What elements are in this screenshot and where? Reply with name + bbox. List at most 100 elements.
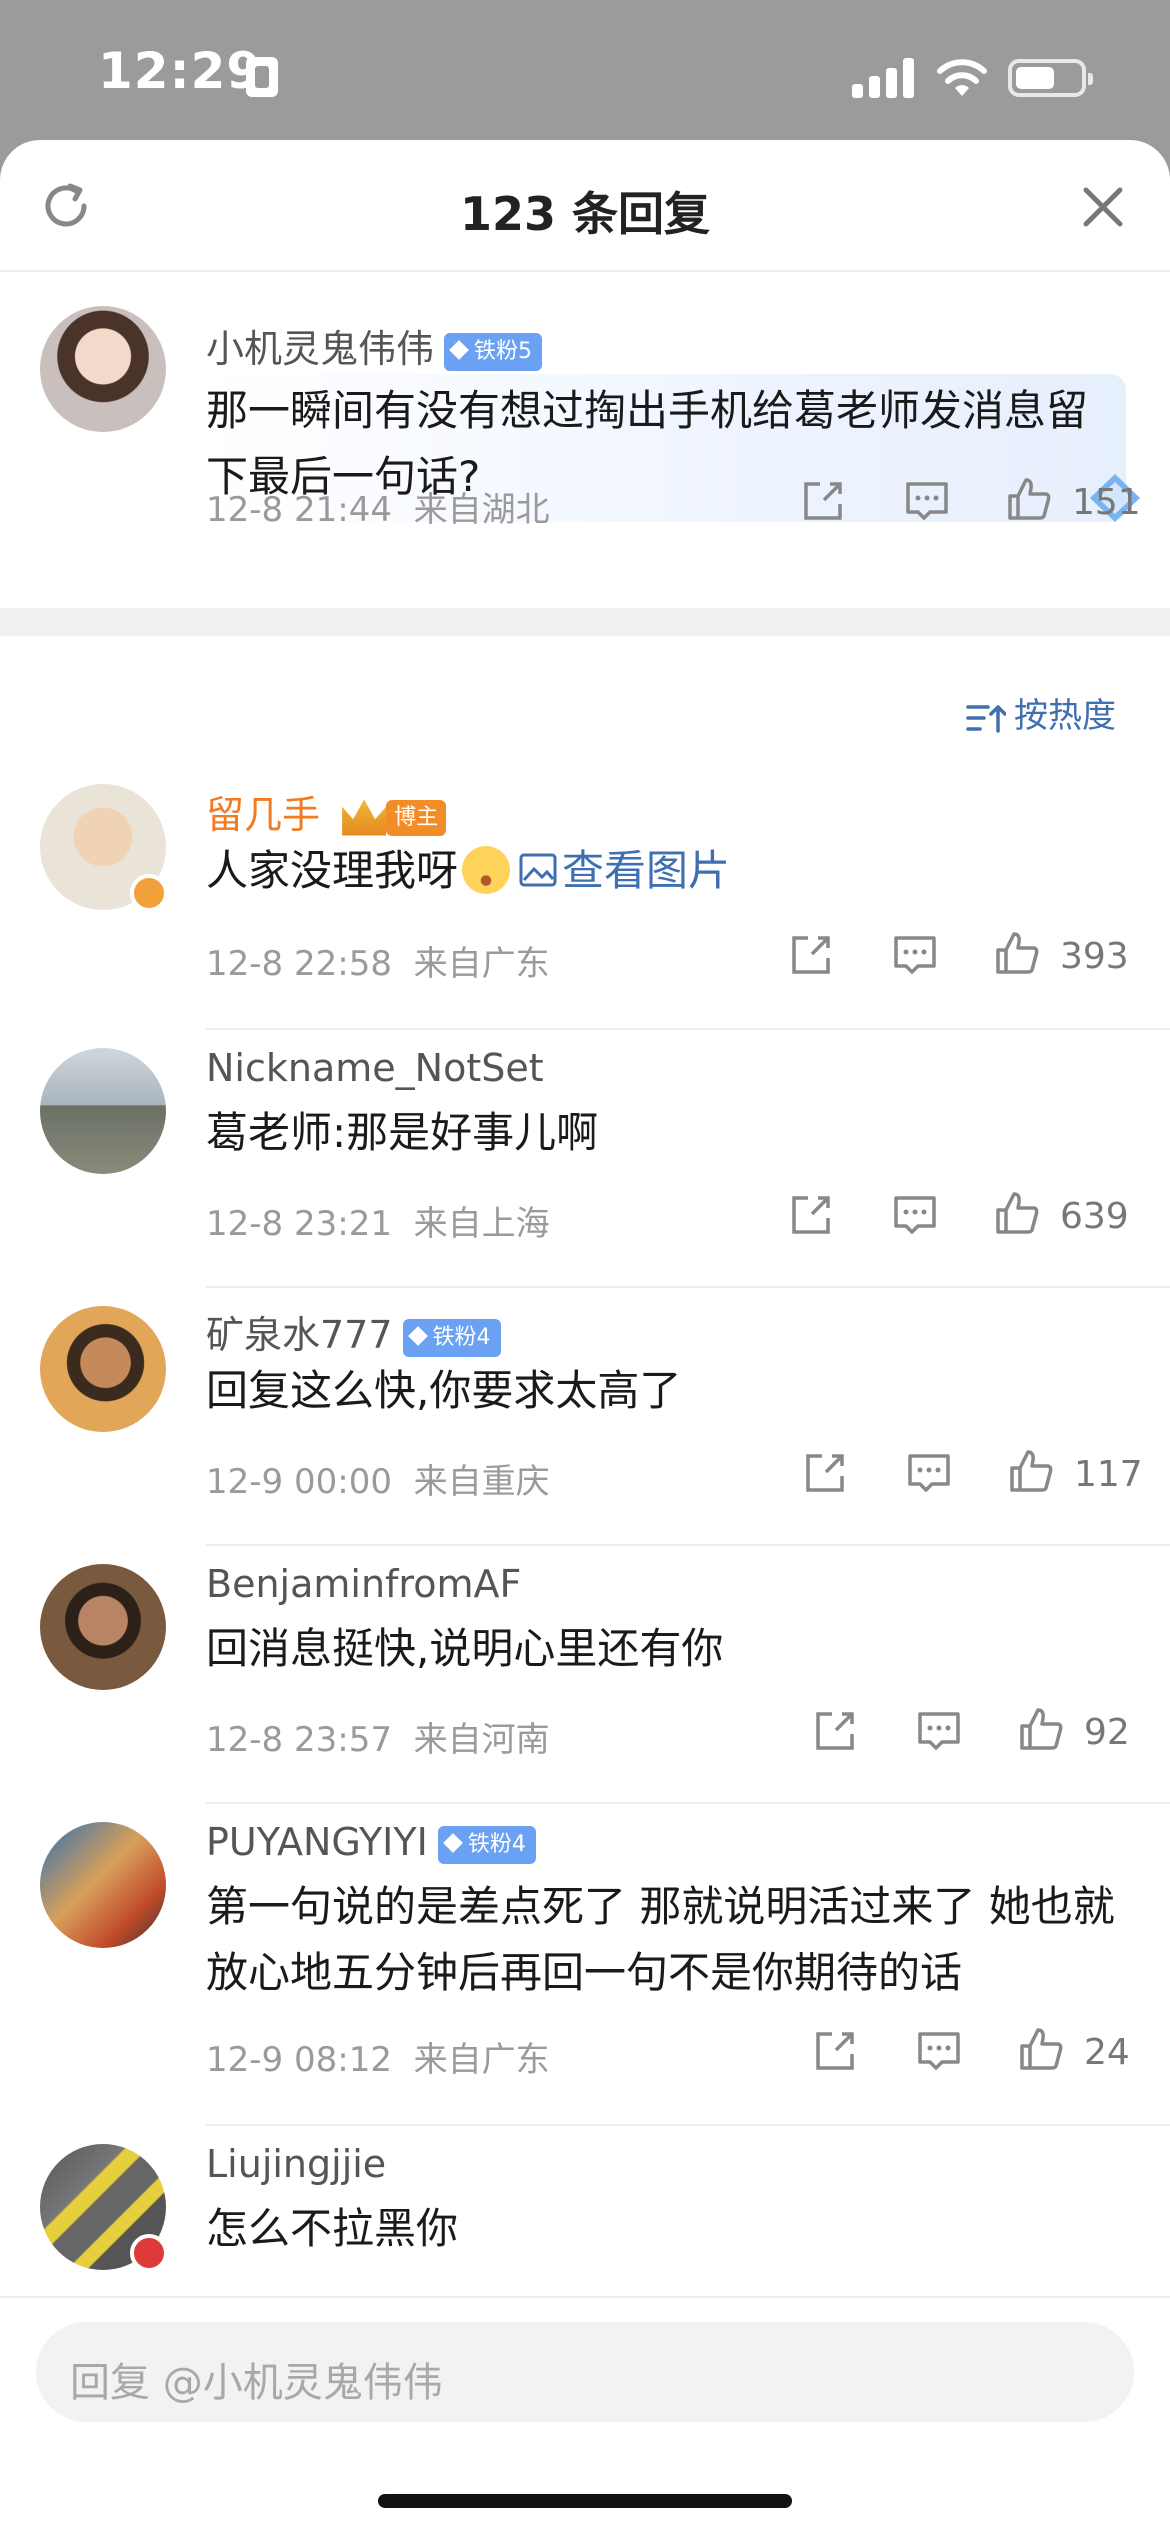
fan-badge: 铁粉5 bbox=[444, 332, 543, 371]
reply-content: 第一句说的是差点死了 那就说明活过来了 她也就放心地五分钟后再回一句不是你期待的… bbox=[206, 1882, 1115, 1997]
reply-username[interactable]: Nickname_NotSet bbox=[206, 1046, 544, 1090]
verified-badge-icon bbox=[130, 874, 168, 912]
sheet-title: 123 条回复 bbox=[459, 187, 711, 241]
sheet-header: 123 条回复 bbox=[0, 140, 1170, 272]
reply-time: 12-8 23:21 bbox=[206, 1204, 392, 1244]
reply-location: 来自广东 bbox=[413, 2040, 550, 2080]
comment-icon[interactable] bbox=[906, 1450, 952, 1496]
like-icon[interactable] bbox=[1008, 1448, 1054, 1494]
like-count: 151 bbox=[1072, 482, 1141, 523]
avatar[interactable] bbox=[40, 784, 168, 912]
reply-meta: 12-9 08:12 来自广东 bbox=[206, 2032, 550, 2081]
comment-icon[interactable] bbox=[904, 478, 950, 524]
view-image-link[interactable]: 查看图片 bbox=[518, 846, 730, 895]
comment-time: 12-8 21:44 bbox=[206, 490, 392, 530]
share-icon[interactable] bbox=[800, 478, 846, 524]
reply-location: 来自重庆 bbox=[413, 1462, 550, 1502]
reply-location: 来自河南 bbox=[413, 1720, 550, 1760]
reply-meta: 12-8 23:21 来自上海 bbox=[206, 1196, 550, 1245]
reply-meta: 12-9 00:00 来自重庆 bbox=[206, 1454, 550, 1503]
reply-time: 12-8 23:57 bbox=[206, 1720, 392, 1760]
share-icon[interactable] bbox=[788, 932, 834, 978]
avatar[interactable] bbox=[40, 1564, 166, 1690]
fan-badge-label: 铁粉5 bbox=[474, 338, 533, 364]
share-icon[interactable] bbox=[812, 1708, 858, 1754]
like-icon[interactable] bbox=[1018, 2026, 1064, 2072]
like-icon[interactable] bbox=[994, 930, 1040, 976]
comment-meta: 12-8 21:44 来自湖北 bbox=[206, 482, 550, 531]
reply-input[interactable]: 回复 @小机灵鬼伟伟 bbox=[36, 2322, 1134, 2422]
reply-item: Nickname_NotSet 葛老师:那是好事儿啊 12-8 23:21 来自… bbox=[0, 1030, 1170, 1288]
sort-icon bbox=[966, 704, 1006, 733]
wifi-icon bbox=[937, 59, 987, 96]
comment-icon[interactable] bbox=[916, 1708, 962, 1754]
reply-username[interactable]: Liujingjjie bbox=[206, 2142, 386, 2186]
avatar[interactable] bbox=[40, 1048, 166, 1174]
reply-meta: 12-8 23:57 来自河南 bbox=[206, 1712, 550, 1761]
image-icon bbox=[519, 853, 557, 886]
sort-by-hot-button[interactable]: 按热度 bbox=[966, 688, 1116, 737]
diamond-icon bbox=[442, 1832, 463, 1853]
username-text[interactable]: PUYANGYIYI bbox=[206, 1820, 428, 1864]
username-text[interactable]: 小机灵鬼伟伟 bbox=[206, 327, 434, 371]
reply-username[interactable]: PUYANGYIYI 铁粉4 bbox=[206, 1820, 536, 1864]
reply-content: 回复这么快,你要求太高了 bbox=[206, 1366, 682, 1415]
section-divider bbox=[0, 608, 1170, 636]
main-comment: 小机灵鬼伟伟 铁粉5 那一瞬间有没有想过掏出手机给葛老师发消息留下最后一句话? 1… bbox=[0, 272, 1170, 608]
shocked-emoji-icon bbox=[462, 845, 511, 894]
username-text[interactable]: 留几手 bbox=[206, 793, 320, 837]
status-time: 12:29 bbox=[98, 42, 263, 100]
comment-icon[interactable] bbox=[892, 1192, 938, 1238]
reply-meta: 12-8 22:58 来自广东 bbox=[206, 936, 550, 985]
reply-location: 来自广东 bbox=[413, 944, 550, 984]
battery-icon bbox=[1008, 59, 1093, 97]
share-icon[interactable] bbox=[802, 1450, 848, 1496]
like-count: 92 bbox=[1084, 1712, 1130, 1753]
reply-item: PUYANGYIYI 铁粉4 第一句说的是差点死了 那就说明活过来了 她也就放心地… bbox=[0, 1804, 1170, 2126]
reply-input-placeholder: 回复 @小机灵鬼伟伟 bbox=[70, 2360, 443, 2406]
reply-item: 留几手 博主 人家没理我呀 查看图片 12-8 22:58 来自广东 393 bbox=[0, 770, 1170, 1030]
reply-username[interactable]: BenjaminfromAF bbox=[206, 1562, 521, 1606]
comment-icon[interactable] bbox=[892, 932, 938, 978]
like-icon[interactable] bbox=[994, 1190, 1040, 1236]
contact-card-icon bbox=[246, 57, 278, 97]
avatar[interactable] bbox=[40, 2144, 168, 2272]
avatar[interactable] bbox=[40, 1306, 166, 1432]
reply-text: 人家没理我呀 bbox=[206, 846, 459, 895]
reply-content: 回消息挺快,说明心里还有你 bbox=[206, 1624, 724, 1673]
avatar[interactable] bbox=[40, 1822, 166, 1948]
reply-item: 矿泉水777 铁粉4 回复这么快,你要求太高了 12-9 00:00 来自重庆 1… bbox=[0, 1288, 1170, 1546]
reply-username[interactable]: 矿泉水777 铁粉4 bbox=[206, 1304, 501, 1359]
avatar[interactable] bbox=[40, 306, 166, 432]
cellular-signal-icon bbox=[852, 58, 914, 98]
username-text[interactable]: 矿泉水777 bbox=[206, 1313, 393, 1357]
reply-content: 人家没理我呀 查看图片 bbox=[206, 838, 1126, 904]
username-text[interactable]: Nickname_NotSet bbox=[206, 1046, 544, 1090]
like-icon[interactable] bbox=[1018, 1706, 1064, 1752]
reply-item: Liujingjjie 怎么不拉黑你 bbox=[0, 2126, 1170, 2306]
diamond-icon bbox=[407, 1325, 428, 1346]
like-icon[interactable] bbox=[1006, 476, 1052, 522]
username-text[interactable]: Liujingjjie bbox=[206, 2142, 386, 2186]
share-icon[interactable] bbox=[812, 2028, 858, 2074]
view-image-label[interactable]: 查看图片 bbox=[562, 846, 730, 895]
like-count: 24 bbox=[1084, 2032, 1130, 2073]
like-count: 393 bbox=[1060, 936, 1129, 977]
comment-location: 来自湖北 bbox=[413, 490, 550, 530]
close-icon[interactable] bbox=[1080, 184, 1126, 230]
sort-label: 按热度 bbox=[1014, 696, 1116, 736]
share-icon[interactable] bbox=[788, 1192, 834, 1238]
fan-badge: 铁粉4 bbox=[402, 1318, 501, 1357]
like-count: 639 bbox=[1060, 1196, 1129, 1237]
home-indicator[interactable] bbox=[378, 2494, 792, 2508]
reply-content: 怎么不拉黑你 bbox=[206, 2204, 459, 2253]
reply-username[interactable]: 留几手 博主 bbox=[206, 784, 447, 839]
reply-time: 12-9 08:12 bbox=[206, 2040, 392, 2080]
crown-icon bbox=[342, 799, 387, 836]
username-text[interactable]: BenjaminfromAF bbox=[206, 1562, 521, 1606]
comment-icon[interactable] bbox=[916, 2028, 962, 2074]
comment-username[interactable]: 小机灵鬼伟伟 铁粉5 bbox=[206, 318, 543, 373]
reply-time: 12-8 22:58 bbox=[206, 944, 392, 984]
diamond-icon bbox=[449, 339, 469, 360]
reply-input-bar: 回复 @小机灵鬼伟伟 bbox=[0, 2296, 1170, 2532]
